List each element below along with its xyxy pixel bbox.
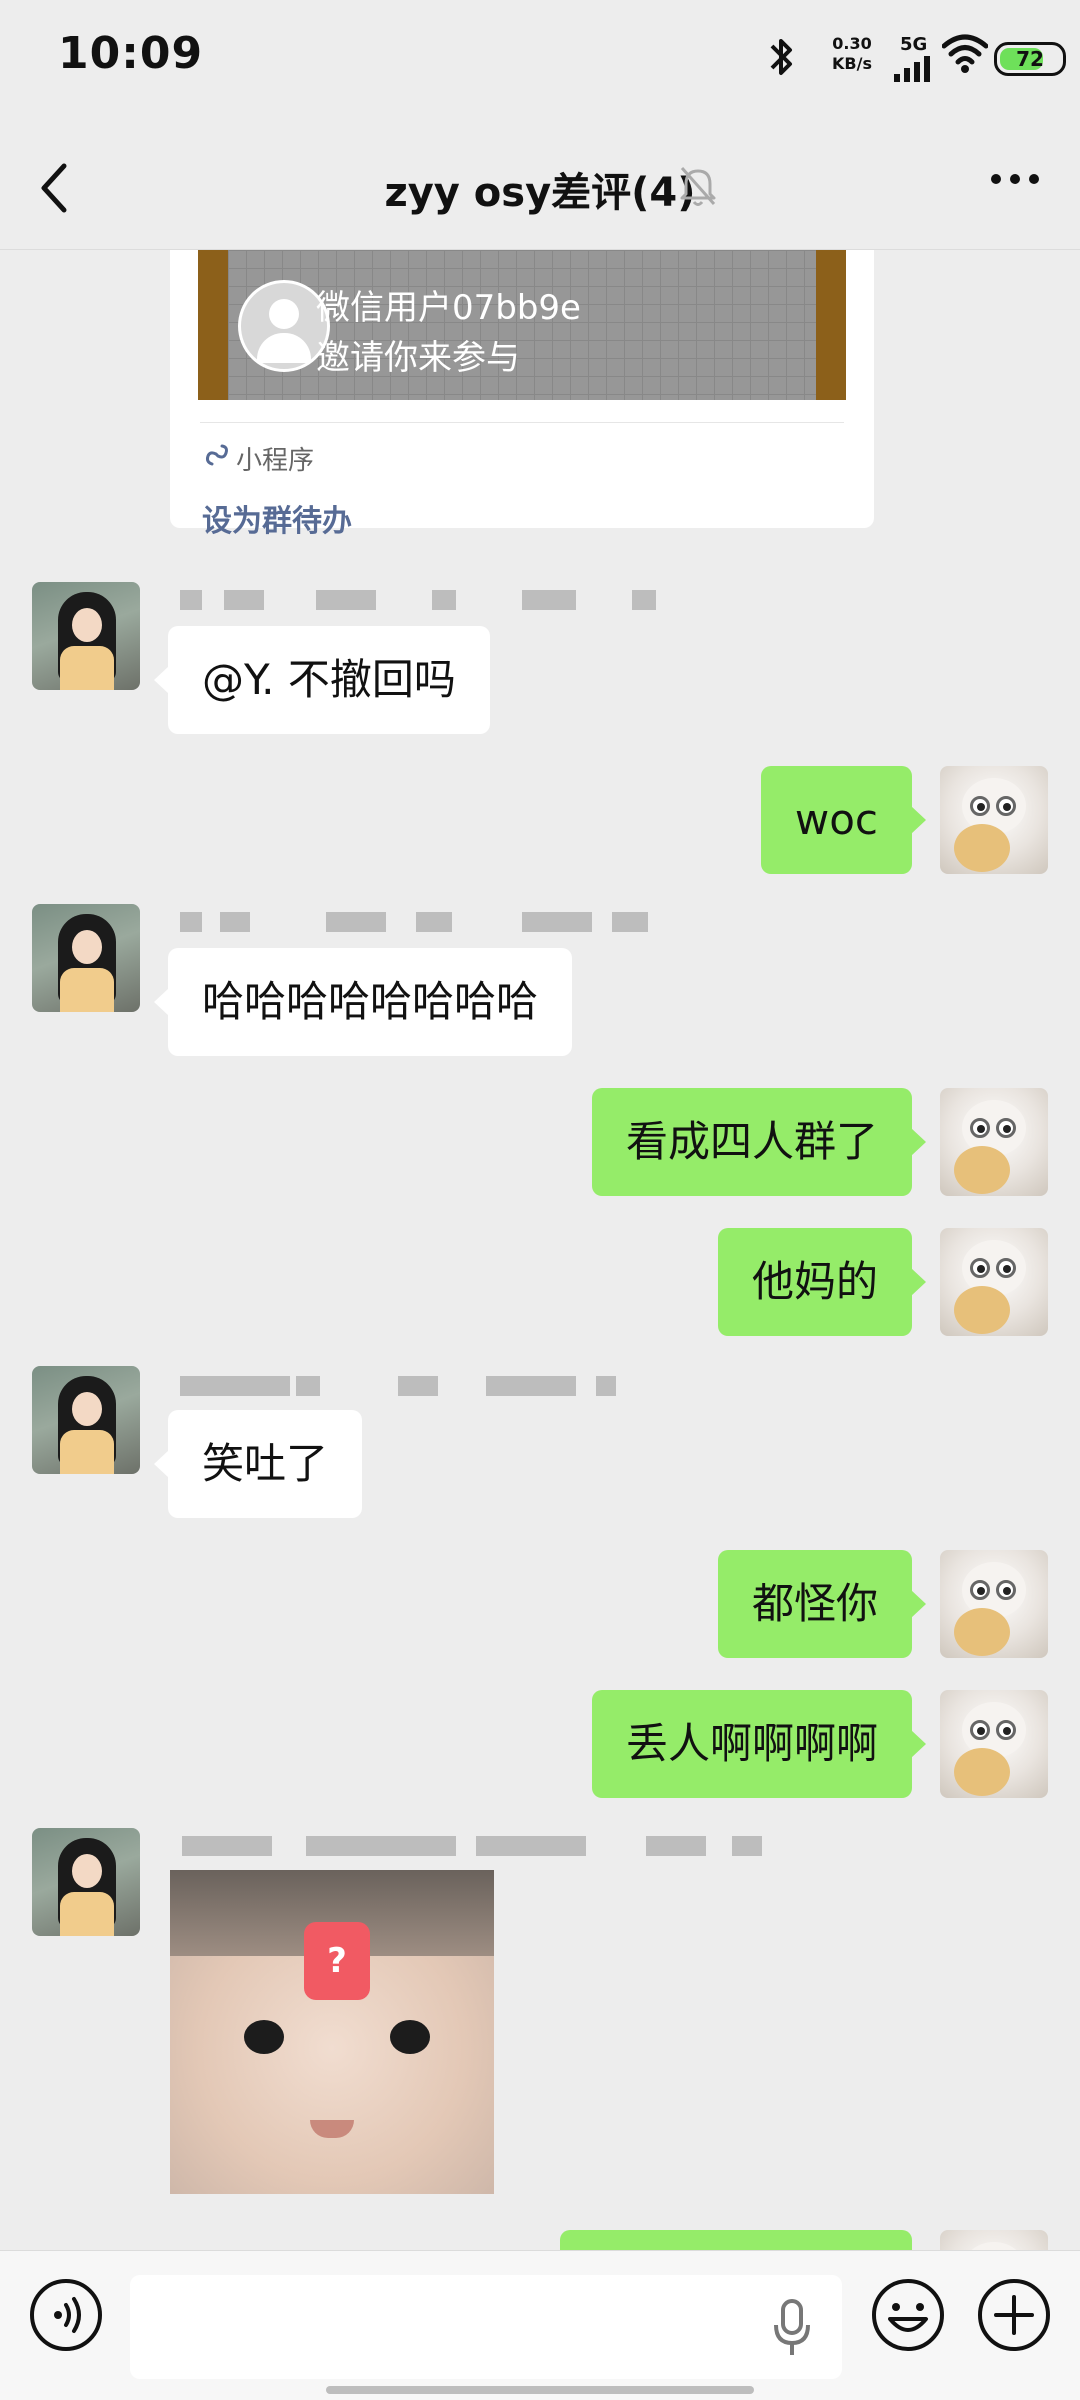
message-bubble[interactable]: woc xyxy=(760,766,927,874)
signal-icon xyxy=(894,56,930,82)
self-avatar[interactable] xyxy=(940,1228,1048,1336)
self-avatar[interactable] xyxy=(940,1550,1048,1658)
chat-title: zyy osy差评(4) xyxy=(384,170,696,216)
battery-indicator: 72 xyxy=(994,42,1066,76)
member-avatar[interactable] xyxy=(32,582,140,690)
status-time: 10:09 xyxy=(58,28,204,79)
network-speed-value: 0.30 xyxy=(832,34,872,53)
self-avatar[interactable] xyxy=(940,1690,1048,1798)
wifi-icon xyxy=(942,34,988,73)
message-bubble[interactable]: 哈哈哈哈哈哈哈哈 xyxy=(153,948,573,1056)
mini-program-card[interactable]: 微信用户07bb9e 邀请你来参与 小程序 xyxy=(170,250,874,528)
member-avatar[interactable] xyxy=(32,1366,140,1474)
chat-message-list[interactable]: 微信用户07bb9e 邀请你来参与 小程序 设为群待办 @Y. 不撤回吗 woc… xyxy=(0,250,1080,2250)
member-avatar[interactable] xyxy=(32,904,140,1012)
voice-icon[interactable] xyxy=(28,2277,104,2353)
message-bubble[interactable]: @Y. 不撤回吗 xyxy=(154,626,490,734)
home-indicator[interactable] xyxy=(326,2386,754,2394)
inviter-name: 微信用户07bb9e xyxy=(316,288,581,328)
plus-icon[interactable] xyxy=(976,2277,1052,2353)
message-input[interactable] xyxy=(130,2275,842,2379)
message-bubble[interactable]: 看成四人群了 xyxy=(591,1088,927,1196)
battery-level-text: 72 xyxy=(1016,47,1044,71)
network-speed: 0.30 KB/s xyxy=(822,34,882,74)
message-bubble[interactable]: 丢人啊啊啊啊 xyxy=(591,1690,927,1798)
input-bar xyxy=(0,2250,1080,2400)
status-bar: 10:09 0.30 KB/s 5G 72 xyxy=(0,0,1080,120)
mini-program-link-icon xyxy=(206,444,228,466)
member-avatar[interactable] xyxy=(32,1828,140,1936)
mini-program-label: 小程序 xyxy=(236,446,315,476)
network-type: 5G xyxy=(900,34,928,55)
chat-header: zyy osy差评(4) xyxy=(0,120,1080,250)
question-badge: ? xyxy=(304,1922,370,2000)
more-icon[interactable] xyxy=(990,172,1040,186)
mute-bell-icon xyxy=(680,167,716,206)
message-bubble[interactable]: 他妈的 xyxy=(717,1228,927,1336)
message-bubble[interactable]: 笑吐了 xyxy=(153,1410,363,1518)
mic-icon[interactable] xyxy=(772,2299,812,2357)
self-avatar[interactable] xyxy=(940,2230,1048,2250)
bluetooth-icon xyxy=(770,39,792,75)
self-avatar[interactable] xyxy=(940,1088,1048,1196)
network-speed-unit: KB/s xyxy=(832,54,872,73)
mini-program-preview: 微信用户07bb9e 邀请你来参与 xyxy=(198,250,846,400)
divider xyxy=(200,422,844,423)
invite-text: 邀请你来参与 xyxy=(316,338,520,378)
message-bubble-partial[interactable] xyxy=(560,2230,912,2250)
self-avatar[interactable] xyxy=(940,766,1048,874)
message-bubble[interactable]: 都怪你 xyxy=(717,1550,927,1658)
image-message[interactable]: ? xyxy=(170,1870,494,2194)
emoji-icon[interactable] xyxy=(870,2277,946,2353)
set-group-todo-link[interactable]: 设为群待办 xyxy=(202,496,352,540)
